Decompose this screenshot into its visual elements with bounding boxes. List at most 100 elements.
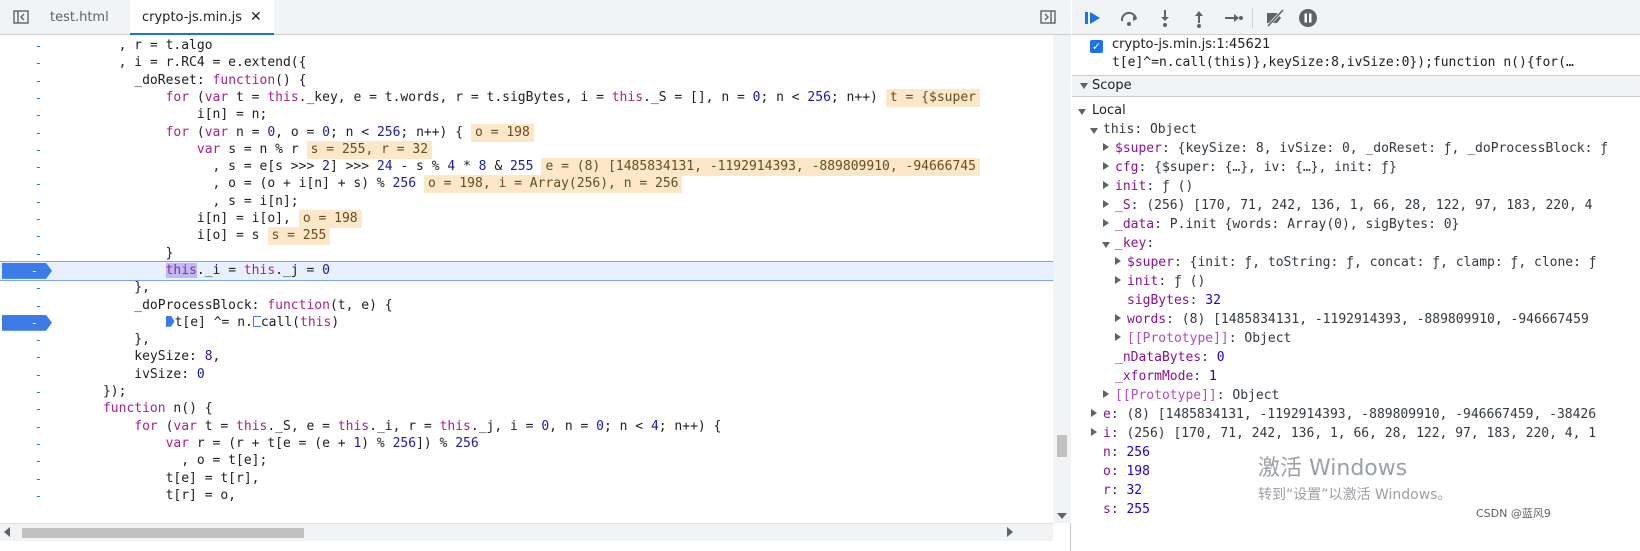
code-line[interactable]: - , o = (o + i[n] + s) % 256 o = 198, i =… (0, 175, 1053, 194)
line-gutter[interactable]: - (0, 452, 52, 470)
line-gutter[interactable]: - (0, 54, 52, 72)
scope-property-row[interactable]: n: 256 (1090, 443, 1150, 462)
line-gutter[interactable]: - (0, 158, 52, 176)
scope-property-row[interactable]: sigBytes: 32 (1114, 291, 1221, 310)
code-line[interactable]: - }, (0, 331, 1053, 349)
code-line[interactable]: - , s = i[n]; (0, 193, 1053, 211)
scope-property-row[interactable]: init: ƒ () (1114, 272, 1205, 291)
scope-property-row[interactable]: _S: (256) [170, 71, 242, 136, 1, 66, 28,… (1102, 196, 1592, 215)
line-gutter[interactable]: - (0, 141, 52, 159)
scope-property-row[interactable]: $super: {keySize: 8, ivSize: 0, _doReset… (1102, 139, 1608, 158)
scope-property-row[interactable]: words: (8) [1485834131, -1192914393, -88… (1114, 310, 1589, 329)
scope-section-header[interactable]: Scope (1072, 75, 1640, 97)
toggle-navigator-icon[interactable] (12, 8, 30, 26)
scope-local-header[interactable]: Local (1078, 101, 1126, 120)
line-gutter[interactable]: - (0, 366, 52, 384)
line-gutter[interactable]: - (0, 331, 52, 349)
code-line[interactable]: - i[o] = ss = 255 (0, 227, 1053, 246)
line-gutter[interactable]: - (0, 227, 52, 245)
scope-property-row[interactable]: s: 255 (1090, 500, 1150, 519)
scope-property-row[interactable]: e: (8) [1485834131, -1192914393, -889809… (1090, 405, 1596, 424)
scope-property-row[interactable]: i: (256) [170, 71, 242, 136, 1, 66, 28, … (1090, 424, 1596, 443)
scope-property-row[interactable]: _xformMode: 1 (1102, 367, 1217, 386)
breakpoint-marker[interactable]: - (2, 314, 52, 331)
scroll-down-arrow-icon[interactable] (1057, 513, 1067, 519)
step-into-button[interactable] (1154, 7, 1176, 29)
breakpoint-marker[interactable]: - (2, 262, 52, 279)
code-line[interactable]: - , i = r.RC4 = e.extend({ (0, 54, 1053, 72)
line-gutter[interactable]: - (0, 193, 52, 211)
line-gutter[interactable]: - (0, 435, 52, 453)
code-line[interactable]: - i[n] = n; (0, 106, 1053, 124)
sidebar-scrollbar[interactable] (1626, 97, 1640, 551)
selected-token[interactable]: this (165, 262, 197, 278)
code-line[interactable]: - _doProcessBlock: function(t, e) { (0, 297, 1053, 315)
scope-property-row[interactable]: init: ƒ () (1102, 177, 1193, 196)
scroll-right-arrow-icon[interactable] (1007, 527, 1013, 537)
scope-property-row[interactable]: _data: P.init {words: Array(0), sigBytes… (1102, 215, 1459, 234)
code-line[interactable]: - var s = n % rs = 255, r = 32 (0, 140, 1053, 159)
code-line[interactable]: - for (var t = this._key, e = t.words, r… (0, 88, 1053, 107)
line-gutter[interactable]: - (0, 383, 52, 401)
line-gutter[interactable]: - (0, 210, 52, 228)
code-line[interactable]: - , r = t.algo (0, 37, 1053, 55)
line-gutter[interactable]: - (0, 175, 52, 193)
scrollbar-thumb[interactable] (1057, 435, 1067, 457)
scope-property-row[interactable]: $super: {init: ƒ, toString: ƒ, concat: ƒ… (1114, 253, 1597, 272)
scope-property-row[interactable]: o: 198 (1090, 462, 1150, 481)
tab-test-html[interactable]: test.html (38, 0, 121, 35)
scope-property-row[interactable]: [[Prototype]]: Object (1114, 329, 1291, 348)
breakpoint-item[interactable]: ✓ crypto-js.min.js:1:45621 t[e]^=n.call(… (1072, 35, 1640, 75)
line-gutter[interactable]: - (0, 418, 52, 436)
line-gutter[interactable]: - (0, 37, 52, 55)
code-line[interactable]: - , s = e[s >>> 2] >>> 24 - s % 4 * 8 & … (0, 158, 1053, 177)
code-line[interactable]: - ivSize: 0 (0, 366, 1053, 384)
editor-horizontal-scrollbar[interactable] (0, 523, 1053, 541)
line-gutter[interactable]: - (0, 400, 52, 418)
line-gutter[interactable]: - (0, 348, 52, 366)
code-line[interactable]: - keySize: 8, (0, 348, 1053, 366)
toggle-debugger-sidebar-icon[interactable] (1039, 8, 1057, 26)
breakpoint-checkbox[interactable]: ✓ (1090, 40, 1103, 53)
scope-property-row[interactable]: [[Prototype]]: Object (1102, 386, 1279, 405)
line-gutter[interactable]: - (0, 470, 52, 488)
code-line[interactable]: - t[e] = t[r], (0, 470, 1053, 488)
scope-property-row[interactable]: _key: (1102, 234, 1162, 253)
step-button[interactable] (1222, 7, 1244, 29)
close-tab-icon[interactable]: ✕ (250, 9, 262, 25)
code-line[interactable]: - for (var t = this._S, e = this._i, r =… (0, 418, 1053, 436)
step-out-button[interactable] (1188, 7, 1210, 29)
pause-on-exceptions-button[interactable] (1297, 7, 1319, 29)
code-line[interactable]: - for (var n = 0, o = 0; n < 256; n++) {… (0, 123, 1053, 142)
line-gutter[interactable]: - (0, 124, 52, 142)
line-gutter[interactable]: - (0, 297, 52, 315)
code-line[interactable]: - t[e] ^= n. call(this) (0, 314, 1053, 332)
code-line[interactable]: - _doReset: function() { (0, 72, 1053, 90)
code-editor[interactable]: - , r = t.algo - , i = r.RC4 = e.extend({… (0, 35, 1053, 523)
scope-property-row[interactable]: cfg: {$super: {…}, iv: {…}, init: ƒ} (1102, 158, 1397, 177)
resume-button[interactable] (1082, 7, 1104, 29)
scrollbar-thumb[interactable] (22, 528, 304, 538)
code-line[interactable]: - function n() { (0, 400, 1053, 418)
scope-property-row[interactable]: this: Object (1090, 120, 1197, 139)
scroll-left-arrow-icon[interactable] (4, 527, 10, 537)
line-gutter[interactable]: - (0, 487, 52, 505)
code-line[interactable]: - }); (0, 383, 1053, 401)
line-gutter[interactable]: - (0, 72, 52, 90)
inline-breakpoint-candidate-icon[interactable] (252, 315, 261, 327)
line-gutter[interactable]: - (0, 279, 52, 297)
code-line[interactable]: - var r = (r + t[e = (e + 1) % 256]) % 2… (0, 435, 1053, 453)
scope-property-row[interactable]: r: 32 (1090, 481, 1142, 500)
inline-breakpoint-icon[interactable] (165, 315, 175, 327)
line-gutter[interactable]: - (0, 89, 52, 107)
tab-crypto-js[interactable]: crypto-js.min.js ✕ (130, 0, 274, 35)
code-line[interactable]: - }, (0, 279, 1053, 297)
scope-property-row[interactable]: _nDataBytes: 0 (1102, 348, 1225, 367)
code-line[interactable]: - i[n] = i[o], o = 198 (0, 210, 1053, 228)
step-over-button[interactable] (1118, 7, 1140, 29)
code-line[interactable]: - , o = t[e]; (0, 452, 1053, 470)
code-line[interactable]: - t[r] = o, (0, 487, 1053, 505)
code-line[interactable]: - } (0, 245, 1053, 263)
editor-vertical-scrollbar[interactable] (1053, 35, 1071, 523)
line-gutter[interactable]: - (0, 245, 52, 263)
